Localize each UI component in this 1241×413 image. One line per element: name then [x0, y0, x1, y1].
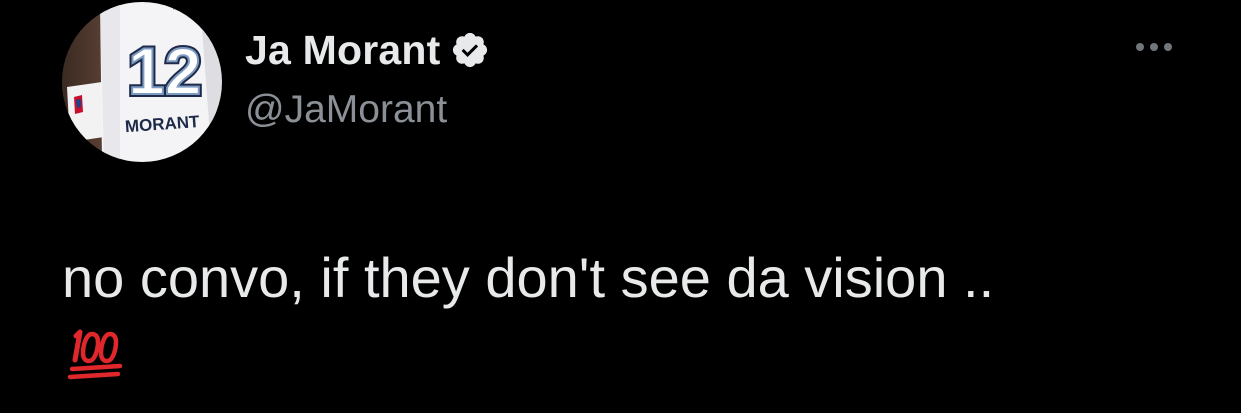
verified-badge-icon — [450, 30, 490, 70]
more-options-icon[interactable] — [1128, 33, 1180, 61]
handle[interactable]: @JaMorant — [245, 88, 490, 132]
hundred-points-emoji — [64, 324, 128, 384]
avatar-image: 12 12 MORANT — [62, 2, 222, 162]
author-info: Ja Morant @JaMorant — [245, 24, 490, 132]
tweet-card: 12 12 MORANT Ja Morant @JaMorant no conv… — [0, 0, 1241, 413]
tweet-text: no convo, if they don't see da vision .. — [62, 246, 995, 309]
display-name[interactable]: Ja Morant — [245, 27, 440, 74]
svg-text:12: 12 — [128, 34, 201, 108]
name-row: Ja Morant — [245, 24, 490, 76]
avatar[interactable]: 12 12 MORANT — [62, 2, 222, 162]
